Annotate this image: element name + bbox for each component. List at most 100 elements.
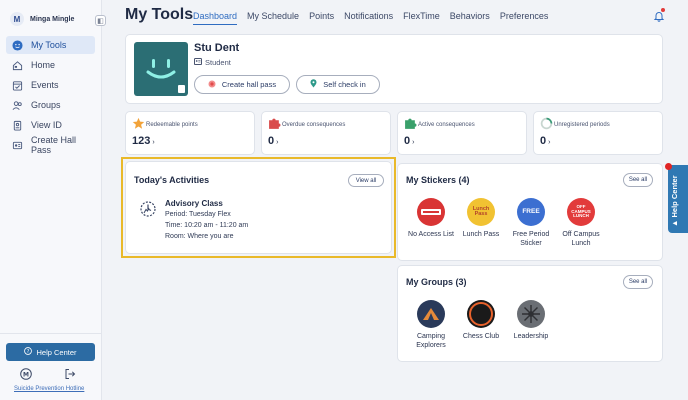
stat-label: Unregistered periods — [554, 122, 610, 128]
sidebar-item-view-id[interactable]: View ID — [6, 116, 95, 134]
groups-list: Camping Explorers Chess Club Leadership — [406, 300, 556, 351]
sidebar-item-label: View ID — [31, 120, 62, 130]
sidebar-item-label: Create Hall Pass — [31, 135, 77, 155]
sidebar-item-my-tools[interactable]: My Tools — [6, 36, 95, 54]
camping-group-icon — [417, 300, 445, 328]
off-campus-lunch-sticker-icon: OFF CAMPUS LUNCH — [567, 198, 595, 226]
tab-my-schedule[interactable]: My Schedule — [247, 11, 299, 25]
sidebar-item-home[interactable]: Home — [6, 56, 95, 74]
free-period-sticker-icon: FREE — [517, 198, 545, 226]
stickers-list: No Access List Lunch Pass Lunch Pass FRE… — [406, 198, 606, 249]
question-circle-icon: ? — [24, 347, 33, 357]
location-pin-icon — [310, 79, 317, 90]
sidebar-item-label: Groups — [31, 100, 61, 110]
stat-label: Overdue consequences — [282, 122, 346, 128]
activity-time: Time: 10:20 am - 11:20 am — [165, 222, 249, 229]
lock-icon — [178, 85, 185, 93]
tab-flextime[interactable]: FlexTime — [403, 11, 440, 25]
group-label: Leadership — [513, 333, 549, 340]
activity-room: Room: Where you are — [165, 233, 234, 240]
minga-small-icon: ▲ — [670, 217, 679, 227]
sticker-no-access-list[interactable]: No Access List — [406, 198, 456, 249]
sidebar-item-create-hall-pass[interactable]: Create Hall Pass — [6, 135, 95, 155]
face-icon — [12, 39, 23, 51]
tab-points[interactable]: Points — [309, 11, 334, 25]
tabs: Dashboard My Schedule Points Notificatio… — [193, 11, 548, 25]
student-role: Student — [194, 58, 231, 67]
stat-unregistered-periods[interactable]: Unregistered periods 0 › — [533, 111, 663, 155]
self-check-in-button[interactable]: Self check in — [296, 75, 380, 94]
calendar-check-icon — [12, 80, 23, 91]
todays-activities-card: Today's Activities View all Advisory Cla… — [125, 161, 392, 254]
suicide-prevention-hotline-link[interactable]: Suicide Prevention Hotline — [14, 386, 84, 392]
stat-value: 0 › — [268, 135, 279, 147]
activities-title: Today's Activities — [134, 175, 210, 185]
logout-icon[interactable] — [64, 367, 76, 385]
help-center-tab[interactable]: ▲ Help Center — [668, 165, 688, 233]
stat-value: 123 › — [132, 135, 155, 147]
view-all-activities-button[interactable]: View all — [348, 174, 384, 187]
stat-overdue-consequences[interactable]: Overdue consequences 0 › — [261, 111, 391, 155]
hall-pass-icon — [208, 80, 216, 90]
star-icon — [132, 117, 145, 129]
flex-time-icon — [139, 200, 157, 218]
self-check-in-label: Self check in — [323, 80, 366, 89]
home-icon — [12, 60, 23, 71]
stickers-title: My Stickers (4) — [406, 175, 470, 185]
my-groups-card: My Groups (3) See all Camping Explorers … — [397, 265, 663, 362]
group-camping-explorers[interactable]: Camping Explorers — [406, 300, 456, 351]
sidebar-item-label: Home — [31, 60, 56, 70]
sticker-free-period[interactable]: FREE Free Period Sticker — [506, 198, 556, 249]
stat-value: 0 › — [404, 135, 415, 147]
progress-ring-icon — [540, 117, 553, 130]
stat-label: Active consequences — [418, 122, 475, 128]
create-hall-pass-button[interactable]: Create hall pass — [194, 75, 290, 94]
sticker-lunch-pass[interactable]: Lunch Pass Lunch Pass — [456, 198, 506, 249]
id-badge-icon — [12, 120, 23, 131]
svg-text:M: M — [23, 371, 29, 378]
id-card-icon — [194, 58, 202, 67]
avatar[interactable] — [134, 42, 188, 96]
sticker-off-campus-lunch[interactable]: OFF CAMPUS LUNCH Off Campus Lunch — [556, 198, 606, 249]
lunch-pass-sticker-icon: Lunch Pass — [467, 198, 495, 226]
sidebar-item-events[interactable]: Events — [6, 76, 95, 94]
my-stickers-card: My Stickers (4) See all No Access List L… — [397, 163, 663, 261]
sidebar: M Minga Mingle ◧ My Tools Home Events Gr… — [0, 0, 106, 400]
see-all-groups-button[interactable]: See all — [623, 275, 653, 289]
tab-behaviors[interactable]: Behaviors — [450, 11, 490, 25]
collapse-sidebar-button[interactable]: ◧ — [95, 15, 106, 26]
brand[interactable]: M Minga Mingle — [10, 12, 74, 26]
sticker-label: Free Period Sticker — [512, 231, 550, 248]
help-center-button[interactable]: ? Help Center — [6, 343, 95, 361]
stat-label: Redeemable points — [146, 122, 198, 128]
stat-redeemable-points[interactable]: Redeemable points 123 › — [125, 111, 255, 155]
group-label: Camping Explorers — [416, 333, 446, 350]
sidebar-item-groups[interactable]: Groups — [6, 96, 95, 114]
minga-logo-icon: M — [10, 12, 24, 26]
tab-preferences[interactable]: Preferences — [500, 11, 549, 25]
group-chess-club[interactable]: Chess Club — [456, 300, 506, 351]
minga-logo-icon[interactable]: M — [20, 367, 32, 385]
tab-dashboard[interactable]: Dashboard — [193, 11, 238, 25]
sticker-label: Off Campus Lunch — [562, 231, 600, 248]
group-label: Chess Club — [462, 333, 500, 340]
people-icon — [12, 100, 23, 111]
student-name: Stu Dent — [194, 42, 240, 54]
sticker-label: No Access List — [408, 231, 454, 238]
stat-active-consequences[interactable]: Active consequences 0 › — [397, 111, 527, 155]
activity-period: Period: Tuesday Flex — [165, 211, 231, 218]
see-all-stickers-button[interactable]: See all — [623, 173, 653, 187]
activity-name[interactable]: Advisory Class — [165, 199, 223, 208]
sidebar-footer-icons: M — [20, 367, 76, 385]
puzzle-icon — [268, 117, 281, 129]
role-label: Student — [205, 58, 231, 67]
sidebar-nav: My Tools Home Events Groups View ID Crea… — [6, 36, 95, 156]
help-center-tab-label: ▲ Help Center — [670, 175, 679, 227]
puzzle-icon — [404, 117, 417, 129]
no-access-sticker-icon — [417, 198, 445, 226]
sticker-label: Lunch Pass — [462, 231, 500, 238]
sidebar-divider — [0, 333, 102, 334]
stat-value: 0 › — [540, 135, 551, 147]
group-leadership[interactable]: Leadership — [506, 300, 556, 351]
tab-notifications[interactable]: Notifications — [344, 11, 393, 25]
